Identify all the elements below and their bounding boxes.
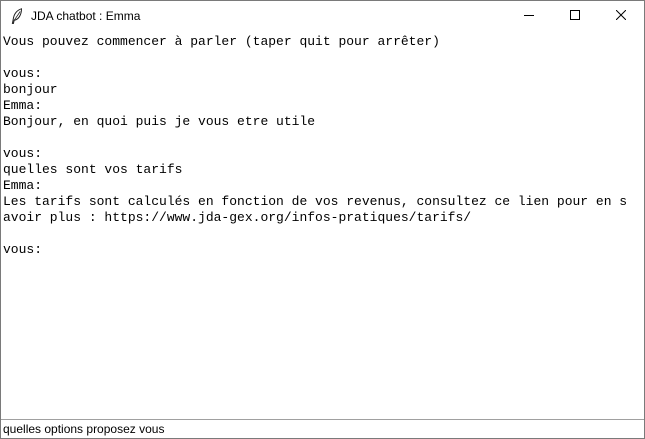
window-title: JDA chatbot : Emma: [31, 9, 141, 23]
chat-line: quelles sont vos tarifs: [3, 162, 183, 177]
window-controls: [506, 1, 644, 31]
chat-transcript[interactable]: Vous pouvez commencer à parler (taper qu…: [1, 32, 644, 418]
chat-line: Bonjour, en quoi puis je vous etre utile: [3, 114, 316, 129]
minimize-button[interactable]: [506, 1, 552, 31]
message-input[interactable]: [1, 420, 644, 438]
chat-line: vous:: [3, 242, 43, 257]
maximize-button[interactable]: [552, 1, 598, 31]
chat-line: [3, 226, 644, 242]
chat-line: vous:: [3, 66, 43, 81]
close-icon: [615, 7, 627, 25]
chat-line: [3, 130, 644, 146]
chat-line: avoir plus : https://www.jda-gex.org/inf…: [3, 210, 472, 225]
chat-line: vous:: [3, 146, 43, 161]
app-window: JDA chatbot : Emma Vous pouvez commencer…: [0, 0, 645, 439]
title-bar[interactable]: JDA chatbot : Emma: [1, 1, 644, 31]
message-input-bar: [1, 419, 644, 438]
maximize-icon: [570, 7, 580, 25]
feather-icon: [9, 8, 25, 24]
chat-line: bonjour: [3, 82, 58, 97]
chat-line: Emma:: [3, 178, 43, 193]
close-button[interactable]: [598, 1, 644, 31]
chat-line: Les tarifs sont calculés en fonction de …: [3, 194, 628, 209]
minimize-icon: [524, 7, 534, 25]
chat-line: Emma:: [3, 98, 43, 113]
chat-line: [3, 50, 644, 66]
chat-line: Vous pouvez commencer à parler (taper qu…: [3, 34, 440, 49]
